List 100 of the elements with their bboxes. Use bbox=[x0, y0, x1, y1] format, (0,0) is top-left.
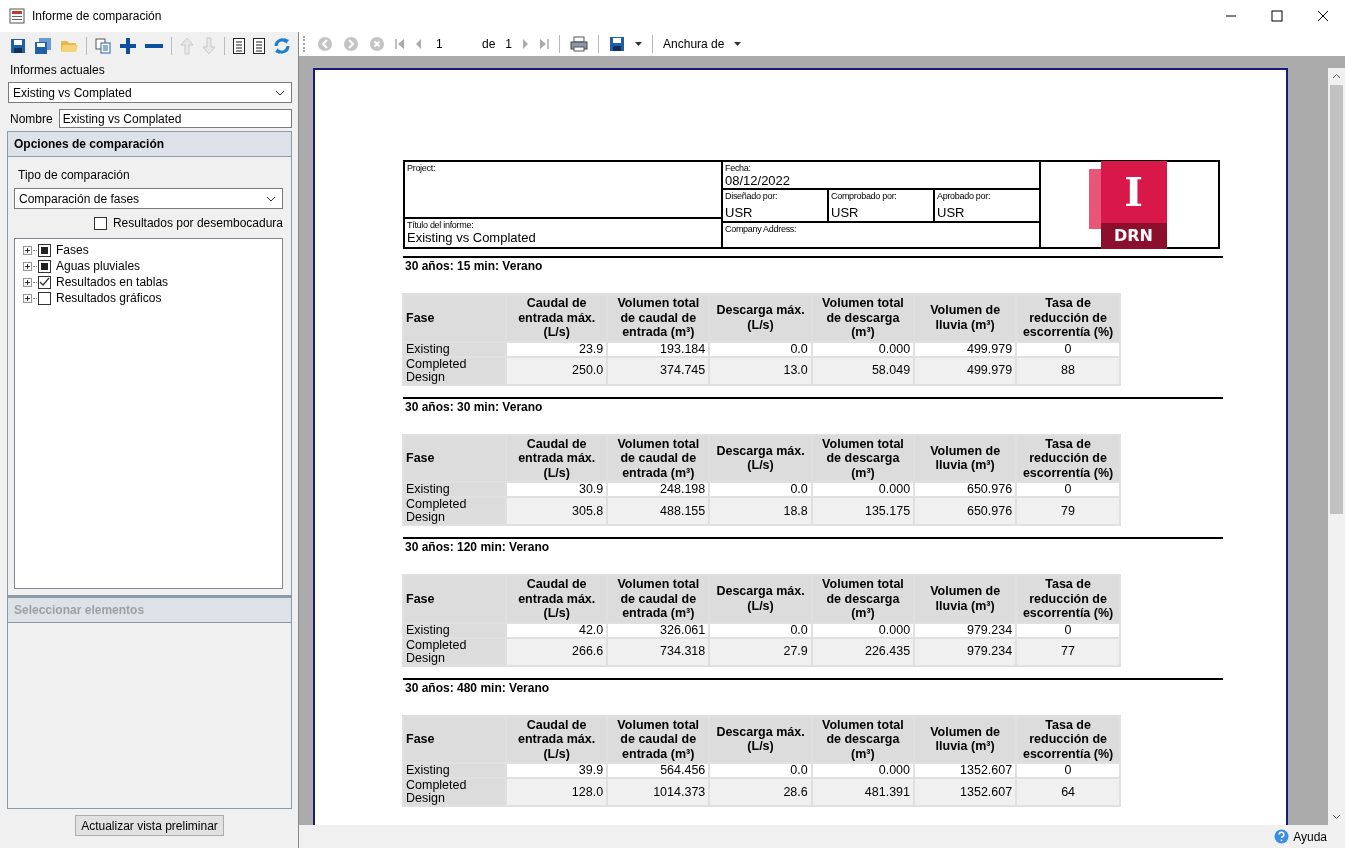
update-preview-button[interactable]: Actualizar vista preliminar bbox=[75, 815, 224, 836]
table-cell: Existing bbox=[404, 764, 506, 777]
section-title: 30 años: 480 min: Verano bbox=[405, 680, 551, 695]
section-title: 30 años: 120 min: Verano bbox=[405, 540, 551, 554]
column-header: Volumen total de caudal de entrada (m³) bbox=[608, 576, 709, 622]
column-header: Descarga máx. (L/s) bbox=[710, 435, 811, 481]
scroll-down-icon[interactable] bbox=[1332, 814, 1341, 820]
table-cell: Existing bbox=[404, 342, 506, 356]
table-cell: 39.9 bbox=[507, 764, 607, 777]
printer-icon[interactable] bbox=[570, 36, 589, 52]
scrollbar[interactable] bbox=[1328, 68, 1345, 825]
tree-item[interactable]: Fases bbox=[56, 243, 89, 257]
table-cell: 250.0 bbox=[507, 357, 607, 384]
tree-item[interactable]: Resultados gráficos bbox=[56, 291, 162, 305]
tree-checkbox[interactable] bbox=[38, 259, 51, 273]
table-cell: 326.061 bbox=[608, 623, 709, 637]
column-header: Volumen total de descarga (m³) bbox=[812, 295, 914, 341]
column-header: Volumen total de caudal de entrada (m³) bbox=[608, 716, 709, 762]
table-cell: 266.6 bbox=[507, 638, 607, 665]
tree-checkbox[interactable] bbox=[38, 291, 51, 305]
field-value: USR bbox=[937, 205, 966, 220]
field-value: USR bbox=[831, 205, 860, 220]
column-header: Caudal de entrada máx. (L/s) bbox=[507, 435, 607, 481]
table-cell: 0.0 bbox=[710, 764, 811, 777]
section-title: 30 años: 30 min: Verano bbox=[405, 399, 544, 414]
column-header: Volumen total de descarga (m³) bbox=[812, 716, 913, 762]
maximize-icon[interactable] bbox=[1271, 10, 1283, 22]
document-icon[interactable] bbox=[233, 38, 245, 54]
refresh-icon[interactable] bbox=[273, 37, 291, 55]
expand-icon[interactable] bbox=[23, 293, 32, 303]
column-header: Caudal de entrada máx. (L/s) bbox=[507, 576, 607, 622]
table-cell: 650.976 bbox=[915, 483, 1016, 496]
expand-icon[interactable] bbox=[23, 245, 32, 255]
expand-icon[interactable] bbox=[23, 261, 32, 271]
column-header: Fase bbox=[404, 295, 506, 341]
column-header: Volumen de lluvia (m³) bbox=[915, 295, 1016, 341]
document-icon[interactable] bbox=[253, 38, 265, 54]
zoom-dropdown[interactable]: Anchura de bbox=[663, 37, 725, 51]
column-header: Fase bbox=[404, 716, 506, 762]
panel-header: Opciones de comparación bbox=[8, 132, 291, 157]
column-header: Fase bbox=[404, 576, 506, 622]
field-label: Tipo de comparación bbox=[18, 168, 131, 182]
scroll-up-icon[interactable] bbox=[1332, 73, 1341, 79]
table-cell: 979.234 bbox=[915, 638, 1016, 665]
column-header: Tasa de reducción de escorrentía (%) bbox=[1017, 716, 1119, 762]
save-icon[interactable] bbox=[10, 38, 26, 54]
name-field[interactable]: Existing vs Complated bbox=[58, 109, 292, 128]
table-cell: 64 bbox=[1017, 779, 1119, 805]
table-cell: 42.0 bbox=[507, 623, 607, 637]
caret-icon[interactable] bbox=[734, 42, 742, 46]
field-value: 08/12/2022 bbox=[725, 173, 792, 188]
report-dropdown[interactable]: Existing vs Complated bbox=[8, 82, 292, 103]
tree-item[interactable]: Aguas pluviales bbox=[56, 259, 141, 273]
tree-checkbox[interactable] bbox=[38, 243, 51, 257]
column-header: Volumen total de caudal de entrada (m³) bbox=[608, 435, 709, 481]
table-cell: Completed Design bbox=[404, 498, 506, 524]
save-all-icon[interactable] bbox=[34, 38, 52, 54]
save-icon[interactable] bbox=[609, 36, 626, 52]
table-cell: 77 bbox=[1017, 638, 1119, 665]
column-header: Caudal de entrada máx. (L/s) bbox=[507, 716, 607, 762]
panel-header: Seleccionar elementos bbox=[8, 595, 291, 623]
window-title: Informe de comparación bbox=[32, 9, 162, 23]
field-label: Project: bbox=[407, 163, 437, 173]
plus-icon[interactable] bbox=[119, 37, 137, 55]
page-of-label: de bbox=[482, 37, 496, 51]
checkbox[interactable] bbox=[93, 216, 107, 230]
table-cell: 128.0 bbox=[507, 779, 607, 805]
column-header: Descarga máx. (L/s) bbox=[710, 576, 811, 622]
table-cell: 1352.607 bbox=[915, 764, 1016, 777]
close-icon[interactable] bbox=[1317, 10, 1329, 22]
table-cell: 0.0 bbox=[710, 623, 811, 637]
table-cell: 499.979 bbox=[915, 357, 1016, 384]
column-header: Descarga máx. (L/s) bbox=[710, 716, 811, 762]
table-cell: 13.0 bbox=[710, 357, 811, 384]
help-link[interactable]: Ayuda bbox=[1293, 829, 1327, 844]
field-label: Título del informe: bbox=[407, 220, 475, 230]
caret-icon[interactable] bbox=[635, 42, 643, 46]
table-cell: 0.000 bbox=[812, 483, 914, 496]
help-icon[interactable] bbox=[1274, 829, 1290, 844]
table-cell: 23.9 bbox=[507, 342, 607, 356]
table-cell: 650.976 bbox=[915, 498, 1016, 524]
chevron-down-icon bbox=[266, 195, 276, 202]
column-header: Volumen total de caudal de entrada (m³) bbox=[608, 295, 709, 341]
column-header: Volumen de lluvia (m³) bbox=[915, 576, 1016, 622]
table-cell: 488.155 bbox=[608, 498, 709, 524]
tree-checkbox[interactable] bbox=[38, 275, 51, 289]
table-cell: 28.6 bbox=[710, 779, 811, 805]
tree-item[interactable]: Resultados en tablas bbox=[56, 275, 169, 289]
column-header: Volumen total de descarga (m³) bbox=[812, 435, 914, 481]
table-cell: 374.745 bbox=[608, 357, 709, 384]
table-cell: 0.000 bbox=[812, 342, 914, 356]
copy-icon[interactable] bbox=[95, 38, 111, 54]
field-label: Informes actuales bbox=[10, 63, 106, 77]
table-cell: 1014.373 bbox=[608, 779, 709, 805]
column-header: Volumen total de descarga (m³) bbox=[812, 576, 914, 622]
table-cell: 18.8 bbox=[710, 498, 811, 524]
column-header: Descarga máx. (L/s) bbox=[710, 295, 811, 341]
comparison-type-dropdown[interactable]: Comparación de fases bbox=[14, 188, 283, 209]
table-cell: Completed Design bbox=[404, 357, 506, 384]
expand-icon[interactable] bbox=[23, 277, 32, 287]
